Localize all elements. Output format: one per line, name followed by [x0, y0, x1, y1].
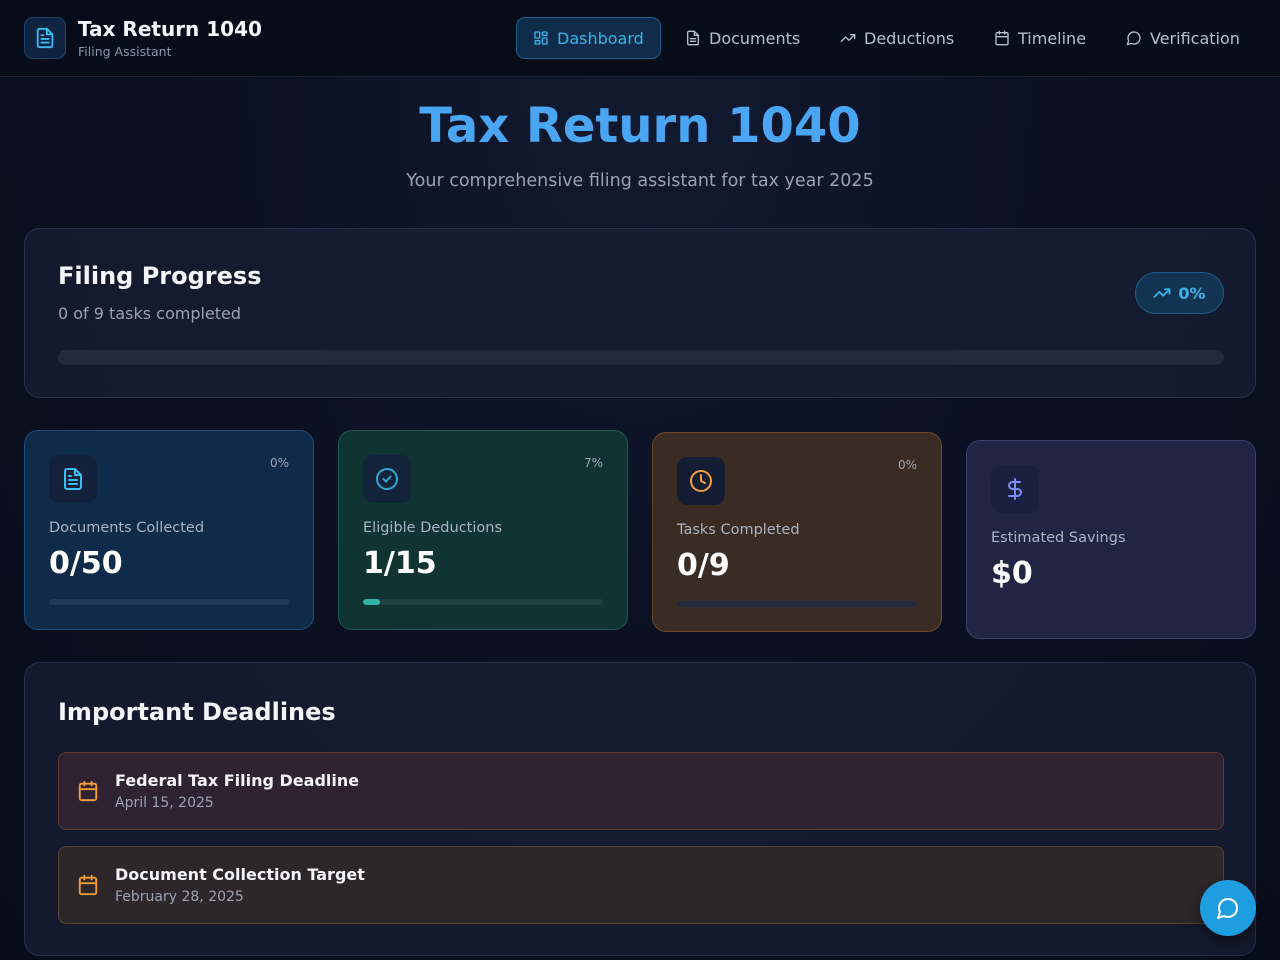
filing-progress-card: Filing Progress 0 of 9 tasks completed 0… — [24, 228, 1256, 398]
stat-percent: 0% — [269, 456, 289, 470]
stat-progress-bar — [49, 599, 289, 605]
nav-deductions-label: Deductions — [864, 28, 955, 48]
stat-card-tasks[interactable]: 0% Tasks Completed 0/9 — [652, 432, 942, 632]
chat-button[interactable] — [1200, 880, 1256, 936]
stat-value: $0 — [991, 556, 1033, 591]
nav-timeline-label: Timeline — [1018, 28, 1087, 48]
document-icon — [49, 455, 97, 503]
nav-dashboard-label: Dashboard — [557, 28, 644, 48]
dollar-icon — [991, 465, 1039, 513]
stat-progress-bar — [677, 601, 917, 607]
stat-percent: 0% — [897, 458, 917, 472]
trending-up-icon — [840, 34, 856, 42]
stat-label: Eligible Deductions — [363, 520, 502, 536]
deadlines-title: Important Deadlines — [58, 698, 336, 726]
stat-value: 0/9 — [677, 548, 730, 583]
stat-card-deductions[interactable]: 7% Eligible Deductions 1/15 — [338, 430, 628, 630]
calendar-icon — [78, 780, 98, 802]
page-subtitle: Your comprehensive filing assistant for … — [406, 171, 874, 191]
calendar-icon — [78, 874, 98, 896]
stat-value: 0/50 — [49, 546, 123, 581]
progress-percent-badge: 0% — [1135, 272, 1224, 314]
dashboard-icon — [534, 31, 548, 45]
calendar-icon — [995, 30, 1009, 46]
stat-progress-fill — [363, 599, 380, 605]
filing-progress-bar — [58, 350, 1224, 365]
nav-verification[interactable]: Verification — [1110, 17, 1256, 59]
deadline-item[interactable]: Federal Tax Filing Deadline April 15, 20… — [58, 752, 1224, 830]
document-icon — [24, 17, 66, 59]
stat-card-savings[interactable]: Estimated Savings $0 — [966, 440, 1256, 639]
nav-verification-label: Verification — [1150, 28, 1240, 48]
top-navigation-bar: Tax Return 1040 Filing Assistant Dashboa… — [0, 0, 1280, 77]
message-icon — [1126, 31, 1141, 46]
stat-label: Tasks Completed — [677, 522, 800, 538]
nav-deductions[interactable]: Deductions — [824, 17, 970, 59]
stat-label: Estimated Savings — [991, 530, 1126, 546]
deadlines-section: Important Deadlines Federal Tax Filing D… — [24, 662, 1256, 956]
message-icon — [1217, 898, 1238, 919]
app-subtitle: Filing Assistant — [78, 44, 172, 59]
progress-percent-value: 0% — [1178, 283, 1206, 303]
deadline-item[interactable]: Document Collection Target February 28, … — [58, 846, 1224, 924]
nav-timeline[interactable]: Timeline — [978, 17, 1102, 59]
check-circle-icon — [363, 455, 411, 503]
nav-documents-label: Documents — [709, 28, 801, 48]
filing-progress-subtitle: 0 of 9 tasks completed — [58, 304, 242, 323]
nav-dashboard[interactable]: Dashboard — [516, 17, 661, 59]
stat-progress-bar — [363, 599, 603, 605]
stat-percent: 7% — [583, 456, 603, 470]
document-icon — [687, 30, 699, 46]
deadline-date: April 15, 2025 — [115, 795, 214, 811]
page-title: Tax Return 1040 — [419, 98, 861, 154]
filing-progress-title: Filing Progress — [58, 262, 262, 290]
stat-label: Documents Collected — [49, 520, 205, 536]
stat-value: 1/15 — [363, 546, 437, 581]
app-title: Tax Return 1040 — [78, 17, 262, 41]
nav-documents[interactable]: Documents — [669, 17, 816, 59]
trending-up-icon — [1154, 288, 1171, 298]
deadline-date: February 28, 2025 — [115, 889, 244, 905]
stat-card-documents[interactable]: 0% Documents Collected 0/50 — [24, 430, 314, 630]
deadline-name: Federal Tax Filing Deadline — [115, 771, 360, 790]
deadline-name: Document Collection Target — [115, 865, 365, 884]
clock-icon — [677, 457, 725, 505]
